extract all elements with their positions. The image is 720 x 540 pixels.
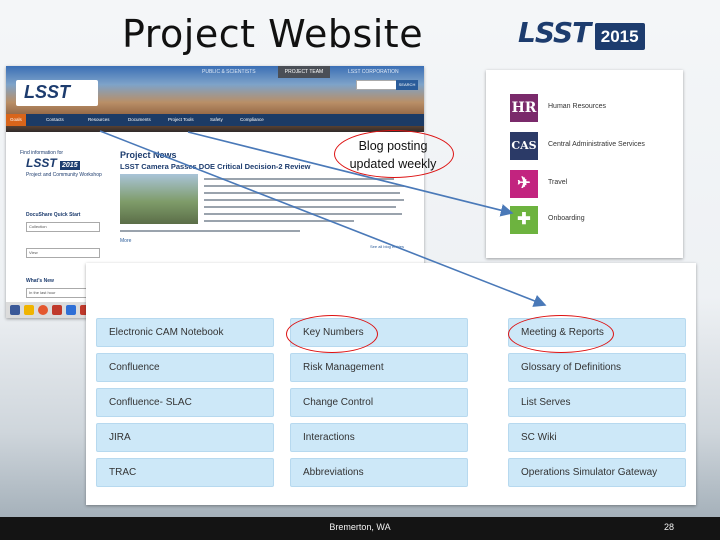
arrow-to-meeting-reports bbox=[99, 130, 547, 307]
annotation-arrows bbox=[99, 130, 547, 307]
page-number: 28 bbox=[664, 522, 675, 532]
slide-footer: Bremerton, WA 28 bbox=[0, 517, 720, 540]
footer-location: Bremerton, WA bbox=[329, 522, 391, 532]
meeting-reports-highlight bbox=[508, 315, 614, 353]
key-numbers-highlight bbox=[286, 315, 378, 353]
callout-line-2: updated weekly bbox=[349, 157, 437, 171]
blog-callout-text: Blog posting updated weekly bbox=[334, 137, 452, 173]
callout-line-1: Blog posting bbox=[358, 139, 428, 153]
